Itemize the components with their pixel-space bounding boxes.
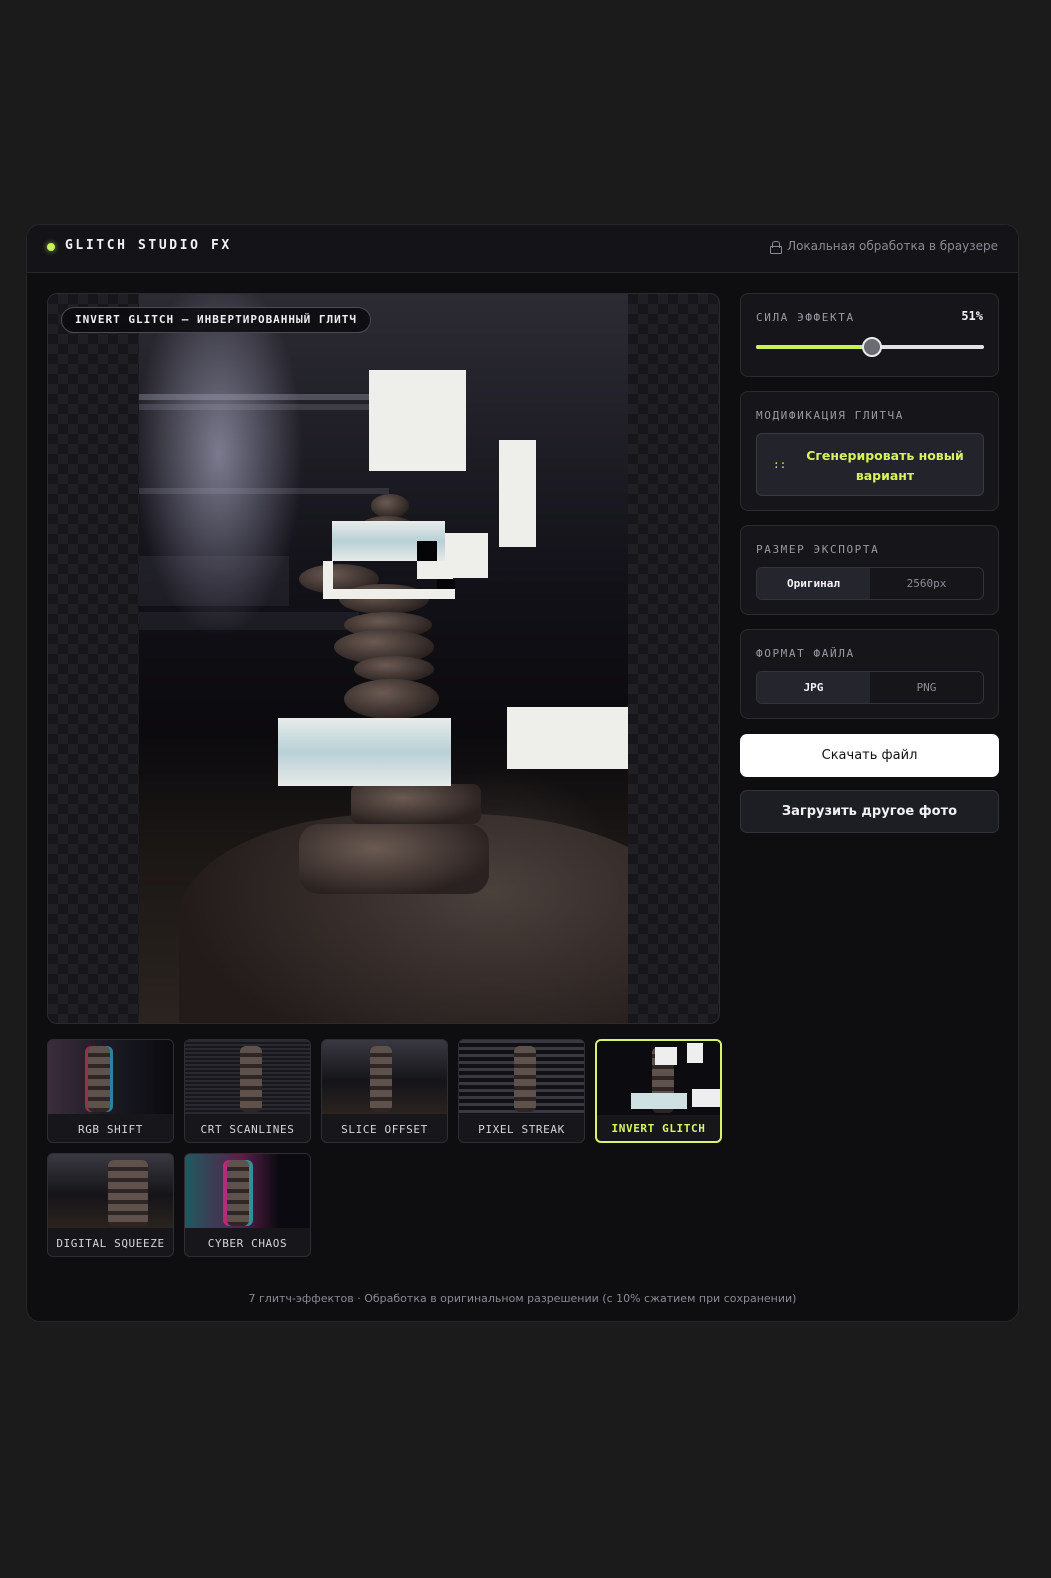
local-processing-note: Локальная обработка в браузере bbox=[770, 239, 998, 254]
invert-block bbox=[278, 718, 451, 786]
effect-thumb-crt-scanlines[interactable]: CRT SCANLINES bbox=[184, 1039, 311, 1143]
lock-icon bbox=[770, 240, 783, 254]
invert-block bbox=[369, 370, 466, 471]
glitch-streak bbox=[139, 488, 389, 494]
modify-card: МОДИФИКАЦИЯ ГЛИТЧА :: Сгенерировать новы… bbox=[740, 391, 999, 511]
effect-thumb-image bbox=[48, 1040, 173, 1114]
status-dot bbox=[47, 243, 55, 251]
strength-title: СИЛА ЭФФЕКТА bbox=[756, 311, 855, 324]
invert-block bbox=[323, 589, 455, 599]
effect-thumb-image bbox=[322, 1040, 447, 1114]
glitch-streak bbox=[139, 612, 359, 630]
export-size-card: РАЗМЕР ЭКСПОРТА Оригинал 2560px bbox=[740, 525, 999, 615]
export-size-title: РАЗМЕР ЭКСПОРТА bbox=[756, 543, 880, 556]
effect-thumb-stack bbox=[514, 1046, 536, 1112]
effect-thumb-image bbox=[185, 1154, 310, 1228]
strength-slider-fill bbox=[756, 345, 873, 349]
preview-photo bbox=[139, 294, 628, 1023]
strength-slider[interactable] bbox=[756, 337, 984, 357]
effect-thumb-invert-glitch[interactable]: INVERT GLITCH bbox=[595, 1039, 722, 1143]
stack-stone bbox=[351, 784, 481, 824]
glitch-streak bbox=[139, 556, 289, 606]
format-png[interactable]: PNG bbox=[870, 672, 983, 703]
file-format-card: ФОРМАТ ФАЙЛА JPG PNG bbox=[740, 629, 999, 719]
effect-thumb-label: DIGITAL SQUEEZE bbox=[56, 1237, 165, 1250]
effect-thumb-label: SLICE OFFSET bbox=[341, 1123, 428, 1136]
effect-thumb-label: CRT SCANLINES bbox=[200, 1123, 295, 1136]
file-format-title: ФОРМАТ ФАЙЛА bbox=[756, 647, 855, 660]
effect-thumb-image bbox=[185, 1040, 310, 1114]
invert-block bbox=[631, 1093, 687, 1109]
file-format-toggle: JPG PNG bbox=[756, 671, 984, 704]
effect-thumb-stack bbox=[108, 1160, 148, 1226]
format-jpg[interactable]: JPG bbox=[757, 672, 870, 703]
effect-thumb-stack bbox=[227, 1160, 249, 1226]
effect-badge: INVERT GLITCH — ИНВЕРТИРОВАННЫЙ ГЛИТЧ bbox=[61, 307, 372, 333]
footer-note: 7 глитч-эффектов · Обработка в оригиналь… bbox=[248, 1292, 797, 1305]
app-title: GLITCH STUDIO FX bbox=[65, 238, 232, 253]
effect-thumb-label: CYBER CHAOS bbox=[207, 1237, 288, 1250]
image-preview: INVERT GLITCH — ИНВЕРТИРОВАННЫЙ ГЛИТЧ bbox=[47, 293, 720, 1024]
effect-thumb-image bbox=[597, 1041, 720, 1115]
effect-thumb-cyber-chaos[interactable]: CYBER CHAOS bbox=[184, 1153, 311, 1257]
invert-block bbox=[687, 1043, 703, 1063]
stack-stone bbox=[371, 494, 409, 518]
stack-stone bbox=[299, 824, 489, 894]
export-size-toggle: Оригинал 2560px bbox=[756, 567, 984, 600]
invert-block bbox=[507, 707, 628, 769]
generate-variant-label: Сгенерировать новый вариант bbox=[806, 448, 964, 483]
effect-thumb-rgb-shift[interactable]: RGB SHIFT bbox=[47, 1039, 174, 1143]
effect-thumb-label: INVERT GLITCH bbox=[611, 1122, 706, 1135]
effect-thumb-stack bbox=[88, 1046, 110, 1112]
invert-block bbox=[417, 561, 453, 579]
app-window: GLITCH STUDIO FX Локальная обработка в б… bbox=[26, 224, 1019, 1322]
invert-block bbox=[655, 1047, 677, 1065]
grip-icon: :: bbox=[773, 458, 787, 471]
strength-slider-handle[interactable] bbox=[862, 337, 883, 357]
strength-card: СИЛА ЭФФЕКТА 51% bbox=[740, 293, 999, 377]
export-size-2560[interactable]: 2560px bbox=[870, 568, 983, 599]
effect-thumb-image bbox=[459, 1040, 584, 1114]
export-size-original[interactable]: Оригинал bbox=[757, 568, 870, 599]
glitch-streak bbox=[139, 394, 369, 400]
effect-thumb-pixel-streak[interactable]: PIXEL STREAK bbox=[458, 1039, 585, 1143]
upload-button[interactable]: Загрузить другое фото bbox=[740, 790, 999, 833]
generate-variant-button[interactable]: :: Сгенерировать новый вариант bbox=[756, 433, 984, 496]
top-bar: GLITCH STUDIO FX Локальная обработка в б… bbox=[27, 225, 1018, 273]
invert-block bbox=[692, 1089, 720, 1107]
invert-block bbox=[499, 440, 536, 547]
stack-stone bbox=[344, 679, 439, 719]
strength-value: 51% bbox=[961, 309, 983, 323]
effect-thumb-digital-squeeze[interactable]: DIGITAL SQUEEZE bbox=[47, 1153, 174, 1257]
effect-thumb-slice-offset[interactable]: SLICE OFFSET bbox=[321, 1039, 448, 1143]
effect-thumb-stack bbox=[240, 1046, 262, 1112]
invert-block bbox=[417, 541, 437, 561]
glitch-streak bbox=[139, 404, 369, 410]
effect-thumb-image bbox=[48, 1154, 173, 1228]
effect-thumb-label: RGB SHIFT bbox=[77, 1123, 143, 1136]
local-processing-label: Локальная обработка в браузере bbox=[787, 239, 998, 253]
download-button[interactable]: Скачать файл bbox=[740, 734, 999, 777]
effect-thumb-label: PIXEL STREAK bbox=[478, 1123, 565, 1136]
effect-thumb-stack bbox=[370, 1046, 392, 1112]
modify-title: МОДИФИКАЦИЯ ГЛИТЧА bbox=[756, 409, 905, 422]
